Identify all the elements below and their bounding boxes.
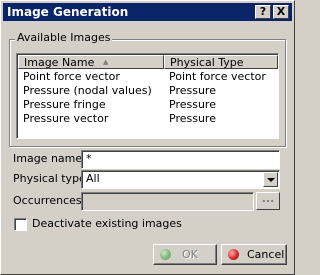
ok-green-circle-icon: [160, 249, 171, 260]
row-image-name: Pressure fringe: [23, 98, 106, 111]
row-image-name: Point force vector: [23, 70, 120, 83]
physical-type-select[interactable]: All: [81, 170, 280, 189]
row-physical-type: Pressure: [169, 98, 216, 111]
row-physical-type: Pressure: [169, 112, 216, 125]
row-physical-type: Point force vector: [169, 70, 266, 83]
occurrences-label: Occurrences:: [13, 194, 86, 207]
title-bar[interactable]: Image Generation ? X: [3, 3, 292, 21]
cancel-red-circle-icon: [228, 249, 239, 260]
column-header-label: Physical Type: [170, 56, 244, 69]
dialog-title: Image Generation: [7, 5, 129, 19]
image-name-input[interactable]: *: [81, 150, 280, 169]
cancel-button[interactable]: Cancel: [221, 244, 287, 265]
column-header-image-name[interactable]: Image Name ▲: [18, 55, 164, 69]
available-images-label: Available Images: [15, 31, 113, 45]
cancel-button-label: Cancel: [247, 248, 285, 261]
ok-button-label: OK: [182, 248, 198, 261]
images-list[interactable]: Image Name ▲ Physical Type Point force v…: [16, 53, 279, 139]
image-name-label: Image name:: [13, 152, 86, 165]
physical-type-label: Physical type:: [13, 172, 90, 185]
browse-occurrences-button[interactable]: ...: [256, 192, 280, 210]
ok-button[interactable]: OK: [153, 244, 217, 265]
deactivate-existing-checkbox[interactable]: [14, 218, 27, 231]
occurrences-field: [81, 192, 254, 211]
column-header-physical-type[interactable]: Physical Type: [164, 55, 278, 69]
help-button[interactable]: ?: [255, 5, 271, 19]
physical-type-value: All: [86, 172, 100, 185]
sort-ascending-icon: ▲: [103, 58, 109, 66]
close-button[interactable]: X: [273, 5, 289, 19]
image-generation-dialog: Image Generation ? X Available Images Im…: [0, 0, 295, 275]
chevron-down-icon[interactable]: [263, 172, 278, 187]
column-header-label: Image Name: [24, 56, 95, 69]
deactivate-existing-label[interactable]: Deactivate existing images: [32, 217, 182, 231]
row-physical-type: Pressure: [169, 84, 216, 97]
row-image-name: Pressure (nodal values): [23, 84, 152, 97]
row-image-name: Pressure vector: [23, 112, 109, 125]
